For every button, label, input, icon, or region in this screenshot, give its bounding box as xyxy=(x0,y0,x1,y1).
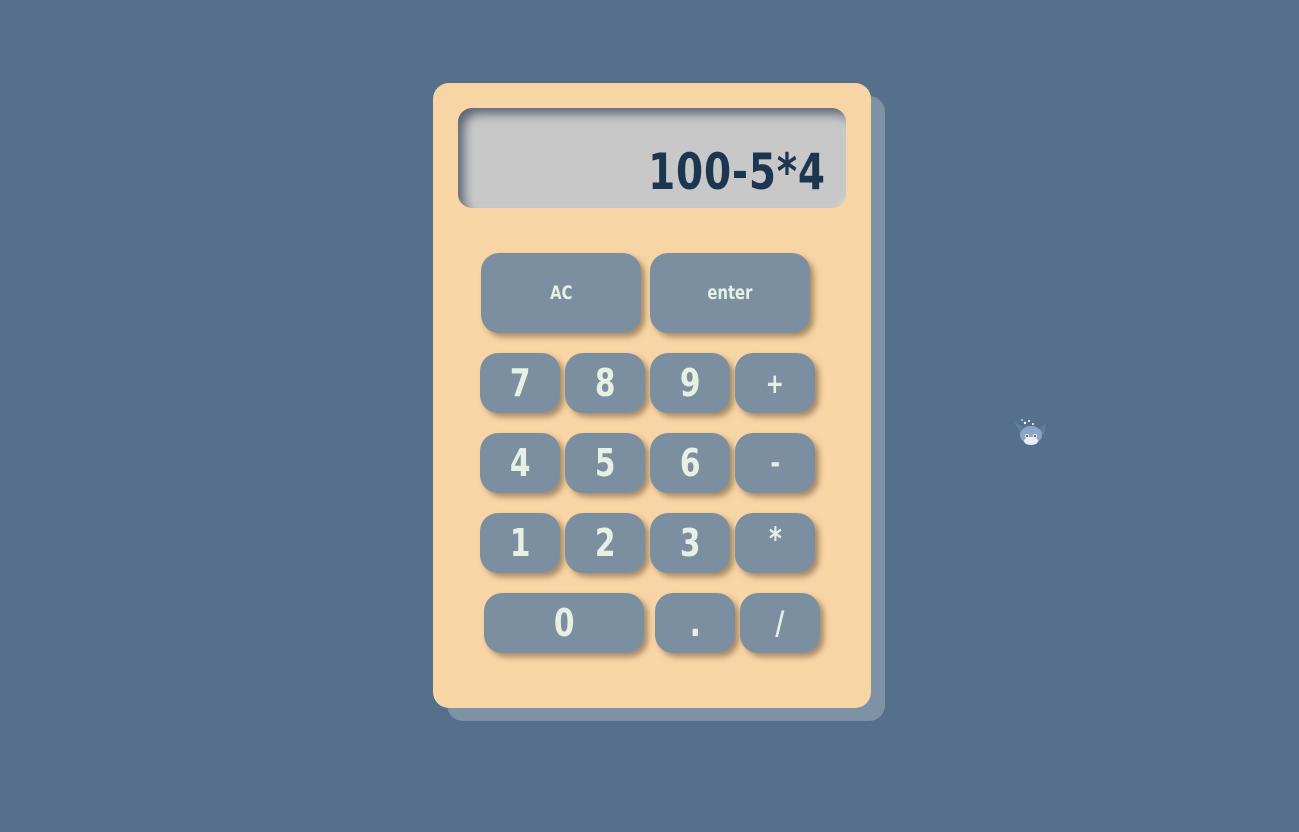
key-2-button[interactable]: 2 xyxy=(565,513,645,573)
key-5-label: 5 xyxy=(594,441,616,485)
key-9-label: 9 xyxy=(679,361,701,405)
key-1-button[interactable]: 1 xyxy=(480,513,560,573)
key-7-label: 7 xyxy=(509,361,531,405)
key-1-label: 1 xyxy=(509,521,531,565)
key-8-button[interactable]: 8 xyxy=(565,353,645,413)
calculator: 100-5*4 AC enter 7 8 9 + 4 5 6 - 1 2 3 *… xyxy=(433,83,871,708)
key-3-button[interactable]: 3 xyxy=(650,513,730,573)
divide-label: / xyxy=(775,604,785,642)
multiply-button[interactable]: * xyxy=(735,513,815,573)
calculator-display: 100-5*4 xyxy=(458,108,846,208)
key-5-button[interactable]: 5 xyxy=(565,433,645,493)
key-4-button[interactable]: 4 xyxy=(480,433,560,493)
key-2-label: 2 xyxy=(594,521,616,565)
key-6-button[interactable]: 6 xyxy=(650,433,730,493)
key-8-label: 8 xyxy=(594,361,616,405)
plus-button[interactable]: + xyxy=(735,353,815,413)
multiply-label: * xyxy=(768,520,782,558)
enter-button[interactable]: enter xyxy=(650,253,810,333)
minus-label: - xyxy=(770,445,780,481)
divide-button[interactable]: / xyxy=(740,593,820,653)
display-expression: 100-5*4 xyxy=(648,143,826,201)
decimal-label: . xyxy=(689,601,701,645)
key-7-button[interactable]: 7 xyxy=(480,353,560,413)
decimal-button[interactable]: . xyxy=(655,593,735,653)
minus-button[interactable]: - xyxy=(735,433,815,493)
ac-button[interactable]: AC xyxy=(481,253,641,333)
ac-label: AC xyxy=(549,282,573,304)
cartoon-character-icon[interactable] xyxy=(1013,417,1047,447)
key-3-label: 3 xyxy=(679,521,701,565)
key-6-label: 6 xyxy=(679,441,701,485)
key-9-button[interactable]: 9 xyxy=(650,353,730,413)
enter-label: enter xyxy=(707,282,753,304)
key-0-button[interactable]: 0 xyxy=(484,593,644,653)
plus-label: + xyxy=(765,366,785,400)
key-4-label: 4 xyxy=(509,441,531,485)
key-0-label: 0 xyxy=(553,601,575,645)
